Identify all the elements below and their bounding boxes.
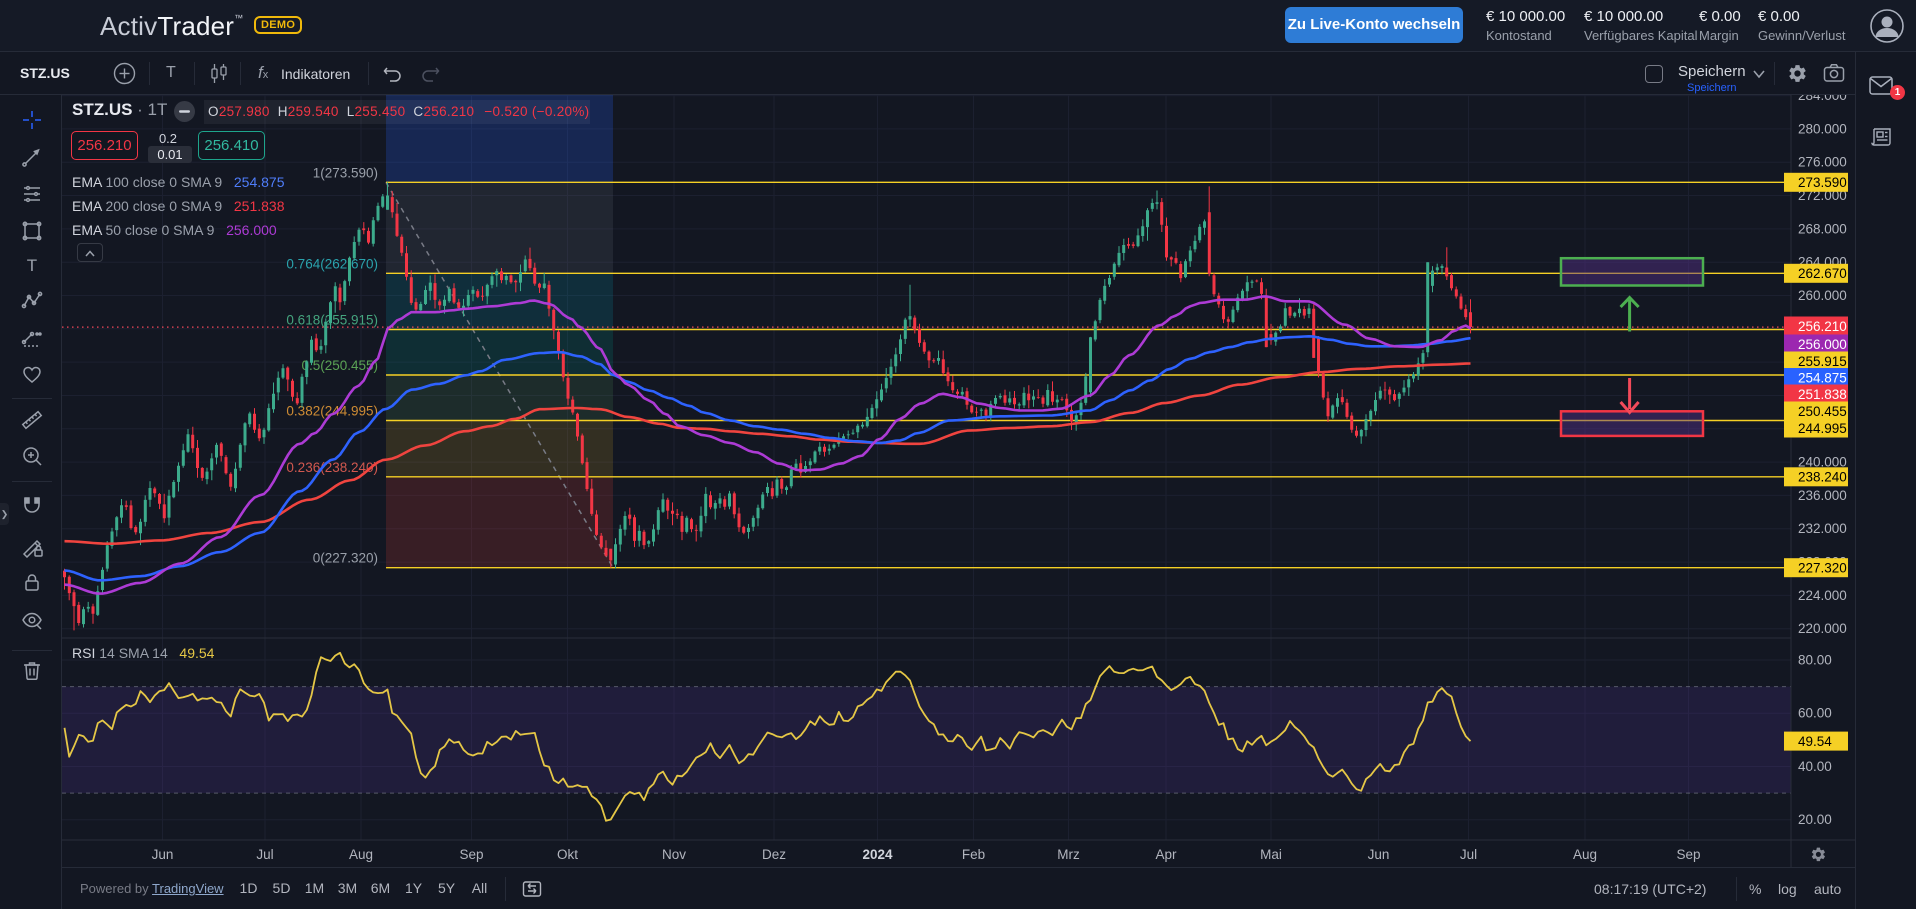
svg-text:273.590: 273.590 — [1798, 175, 1847, 190]
svg-text:254.875: 254.875 — [1798, 370, 1847, 385]
svg-text:Nov: Nov — [662, 847, 686, 862]
svg-text:268.000: 268.000 — [1798, 221, 1847, 236]
svg-text:232.000: 232.000 — [1798, 521, 1847, 536]
svg-text:Aug: Aug — [1573, 847, 1597, 862]
svg-text:224.000: 224.000 — [1798, 588, 1847, 603]
svg-text:2024: 2024 — [862, 847, 893, 862]
svg-text:276.000: 276.000 — [1798, 155, 1847, 170]
svg-text:250.455: 250.455 — [1798, 404, 1847, 419]
svg-text:Jun: Jun — [1368, 847, 1390, 862]
svg-text:Okt: Okt — [557, 847, 578, 862]
svg-text:255.915: 255.915 — [1798, 354, 1847, 369]
svg-text:Mai: Mai — [1260, 847, 1282, 862]
svg-text:256.210: 256.210 — [1798, 319, 1847, 334]
svg-text:Jul: Jul — [256, 847, 273, 862]
svg-text:20.00: 20.00 — [1798, 812, 1832, 827]
svg-text:251.838: 251.838 — [1798, 387, 1847, 402]
svg-text:Dez: Dez — [762, 847, 786, 862]
svg-text:Sep: Sep — [459, 847, 483, 862]
svg-text:Sep: Sep — [1676, 847, 1700, 862]
svg-text:0(227.320): 0(227.320) — [313, 551, 378, 566]
svg-text:60.00: 60.00 — [1798, 706, 1832, 721]
svg-text:Mrz: Mrz — [1057, 847, 1080, 862]
svg-text:0.382(244.995): 0.382(244.995) — [286, 404, 378, 419]
svg-text:280.000: 280.000 — [1798, 121, 1847, 136]
svg-text:Apr: Apr — [1155, 847, 1177, 862]
svg-text:49.54: 49.54 — [1798, 734, 1832, 749]
svg-text:Jul: Jul — [1460, 847, 1477, 862]
svg-text:0.764(262.670): 0.764(262.670) — [286, 256, 378, 271]
svg-text:80.00: 80.00 — [1798, 653, 1832, 668]
svg-text:Jun: Jun — [152, 847, 174, 862]
svg-text:Feb: Feb — [962, 847, 985, 862]
svg-text:220.000: 220.000 — [1798, 621, 1847, 636]
svg-text:T: T — [27, 256, 37, 275]
svg-text:260.000: 260.000 — [1798, 288, 1847, 303]
svg-text:Aug: Aug — [349, 847, 373, 862]
svg-text:1(273.590): 1(273.590) — [313, 165, 378, 180]
svg-text:238.240: 238.240 — [1798, 470, 1847, 485]
svg-text:0.618(255.915): 0.618(255.915) — [286, 313, 378, 328]
svg-text:256.000: 256.000 — [1798, 337, 1847, 352]
svg-text:244.995: 244.995 — [1798, 421, 1847, 436]
svg-text:284.000: 284.000 — [1798, 95, 1847, 103]
svg-text:227.320: 227.320 — [1798, 561, 1847, 576]
svg-text:236.000: 236.000 — [1798, 488, 1847, 503]
svg-text:262.670: 262.670 — [1798, 266, 1847, 281]
svg-text:40.00: 40.00 — [1798, 759, 1832, 774]
